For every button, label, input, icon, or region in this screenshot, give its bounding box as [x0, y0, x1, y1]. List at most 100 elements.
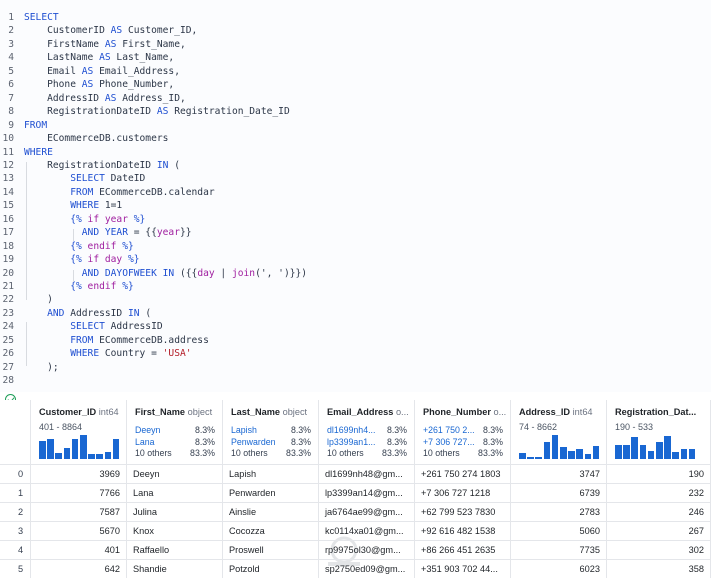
- code-line[interactable]: {% if day %}: [24, 254, 139, 266]
- category-value[interactable]: +7 306 727...: [423, 437, 475, 447]
- line-number: 25: [2, 334, 14, 346]
- column-dtype: o...: [393, 407, 409, 417]
- category-percent: 8.3%: [194, 425, 215, 435]
- code-token: %}: [116, 281, 134, 292]
- code-token: AddressID: [24, 92, 105, 104]
- code-line[interactable]: {% if year %}: [24, 214, 145, 225]
- category-value[interactable]: +261 750 2...: [423, 425, 475, 435]
- column-header-email-address[interactable]: Email_Address o... dl1699nh4... 8.3% lp3399…: [319, 400, 415, 464]
- table-row[interactable]: 5 642 Shandie Potzold sp2750ed09@gm... +351 9…: [0, 559, 711, 578]
- indent-guide: [26, 162, 27, 300]
- code-token: AS: [104, 92, 117, 104]
- column-header-registration-date[interactable]: Registration_Dat... 190 - 533: [607, 400, 711, 464]
- line-number: 7: [8, 92, 14, 104]
- histogram-bar: [535, 456, 542, 459]
- code-line[interactable]: RegistrationDateID AS Registration_Date_…: [24, 106, 290, 117]
- column-header-address-id[interactable]: Address_ID int64 74 - 8662: [511, 400, 607, 464]
- table-cell: 267: [607, 522, 711, 540]
- category-value[interactable]: Lapish: [231, 425, 257, 435]
- code-line[interactable]: SELECT DateID: [24, 173, 145, 184]
- code-line[interactable]: AND YEAR = {{year}}: [24, 227, 192, 238]
- code-token: IN: [162, 267, 175, 279]
- table-row[interactable]: 2 7587 Julina Ainslie ja6764ae99@gm... +62 79…: [0, 502, 711, 521]
- code-line[interactable]: );: [24, 362, 59, 373]
- code-token: year: [156, 227, 180, 239]
- row-index: 3: [0, 522, 31, 540]
- code-token: FROM: [70, 334, 94, 346]
- line-number: 15: [2, 200, 14, 212]
- category-value[interactable]: lp3399an1...: [327, 437, 375, 447]
- code-line[interactable]: FROM ECommerceDB.address: [24, 335, 209, 346]
- code-token: %}: [133, 213, 146, 225]
- code-token: ({{: [174, 267, 198, 279]
- code-token: 'USA': [162, 348, 192, 360]
- column-header-last-name[interactable]: Last_Name object Lapish 8.3% Penwarden 8.3% 1…: [223, 400, 319, 464]
- row-index: 1: [0, 484, 31, 502]
- code-line[interactable]: Phone AS Phone_Number,: [24, 79, 174, 90]
- table-row[interactable]: 0 3969 Deeyn Lapish dl1699nh48@gm... +261 750…: [0, 464, 711, 483]
- histogram-bar: [71, 438, 79, 459]
- code-token: AS: [81, 79, 94, 91]
- category-percent: 83.3%: [190, 448, 215, 458]
- histogram-bar: [39, 441, 46, 459]
- histogram-bar: [664, 436, 671, 459]
- category-percent: 8.3%: [482, 436, 503, 447]
- category-stat: Lapish 8.3%: [231, 425, 311, 435]
- category-value: 10 others: [423, 448, 460, 458]
- code-line[interactable]: FirstName AS First_Name,: [24, 39, 186, 50]
- code-line[interactable]: LastName AS Last_Name,: [24, 52, 174, 63]
- code-line[interactable]: {% endif %}: [24, 241, 134, 252]
- code-token: AS: [104, 38, 117, 50]
- code-line[interactable]: AND DAYOFWEEK IN ({{day | join(', ')}}): [24, 268, 307, 279]
- code-token: WHERE: [70, 200, 100, 212]
- category-value[interactable]: dl1699nh4...: [327, 425, 375, 435]
- category-value[interactable]: Deeyn: [135, 425, 160, 435]
- table-cell: Cocozza: [223, 522, 319, 540]
- histogram-bar: [55, 453, 62, 459]
- table-cell: +261 750 274 1803: [415, 465, 511, 483]
- code-line[interactable]: WHERE Country = 'USA': [24, 348, 192, 360]
- line-number: 1: [8, 12, 14, 23]
- column-header-customer-id[interactable]: Customer_ID int64 401 - 8864: [31, 400, 127, 464]
- code-line[interactable]: WHERE 1=1: [24, 200, 122, 211]
- table-row[interactable]: 4 401 Raffaello Proswell rp9975ol30@gm... +86…: [0, 540, 711, 559]
- code-line[interactable]: ): [24, 294, 53, 305]
- code-line[interactable]: RegistrationDateID IN (: [24, 160, 180, 171]
- table-cell: Potzold: [223, 560, 319, 578]
- sql-editor[interactable]: 1 SELECT 2 CustomerID AS Customer_ID, 3 Fir…: [0, 0, 711, 392]
- code-token: day: [99, 254, 128, 266]
- histogram-bar: [551, 435, 559, 459]
- column-header-phone-number[interactable]: Phone_Number o... +261 750 2... 8.3% +7 306…: [415, 400, 511, 464]
- code-line[interactable]: Email AS Email_Address,: [24, 66, 180, 77]
- line-number: 10: [2, 133, 14, 145]
- table-cell: Proswell: [223, 541, 319, 559]
- table-cell: 6739: [511, 484, 607, 502]
- code-line[interactable]: WHERE: [24, 147, 53, 158]
- code-line[interactable]: FROM ECommerceDB.calendar: [24, 187, 214, 198]
- line-number: 2: [8, 25, 14, 37]
- code-line[interactable]: {% endif %}: [24, 281, 134, 292]
- category-value[interactable]: Lana: [135, 437, 155, 447]
- code-line[interactable]: ECommerceDB.customers: [24, 133, 168, 144]
- code-token: Email: [24, 65, 82, 77]
- table-cell: 190: [607, 465, 711, 483]
- code-line[interactable]: FROM: [24, 120, 47, 131]
- code-line[interactable]: CustomerID AS Customer_ID,: [24, 25, 197, 36]
- code-line[interactable]: SELECT: [24, 12, 59, 23]
- category-value: 10 others: [231, 448, 268, 458]
- code-line[interactable]: SELECT AddressID: [24, 321, 162, 332]
- line-number: 3: [8, 38, 14, 50]
- code-line[interactable]: AND AddressID IN (: [24, 308, 151, 319]
- table-row[interactable]: 1 7766 Lana Penwarden lp3399an14@gm... +7 306…: [0, 483, 711, 502]
- column-header-first-name[interactable]: First_Name object Deeyn 8.3% Lana 8.3% 10 oth…: [127, 400, 223, 464]
- line-number: 14: [2, 186, 14, 198]
- code-line[interactable]: AddressID AS Address_ID,: [24, 93, 186, 104]
- code-token: First_Name,: [116, 38, 186, 50]
- code-token: AS: [99, 52, 111, 64]
- category-value[interactable]: Penwarden: [231, 437, 276, 447]
- table-row[interactable]: 3 5670 Knox Cocozza kc0114xa01@gm... +92 616 …: [0, 521, 711, 540]
